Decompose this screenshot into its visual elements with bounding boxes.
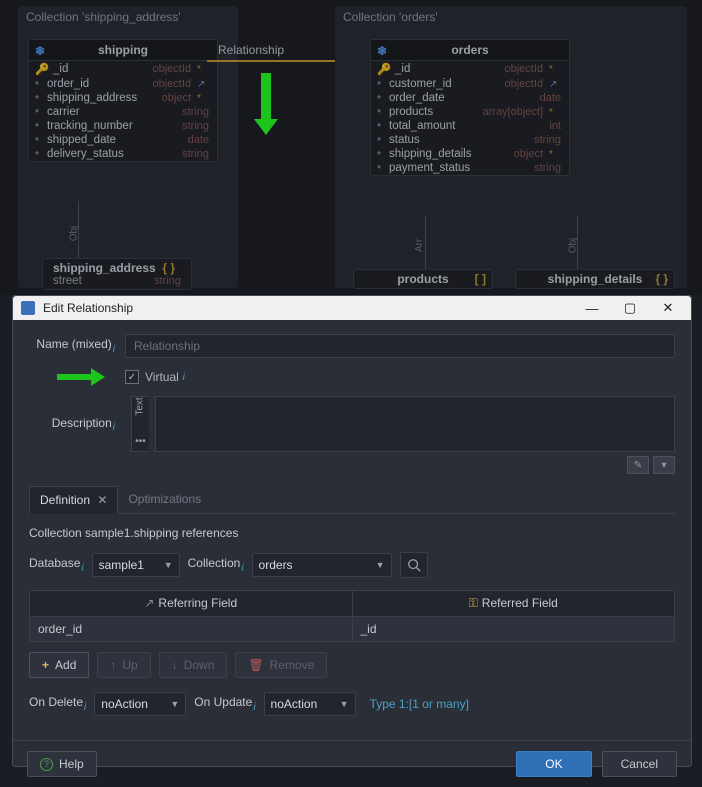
help-icon: ? xyxy=(40,758,53,771)
description-action-icon[interactable]: ✎ xyxy=(627,456,649,474)
info-icon[interactable]: i xyxy=(84,702,86,713)
green-arrow-right-icon xyxy=(57,370,103,384)
db-collection-row: Databasei sample1▼ Collectioni orders▼ xyxy=(29,552,675,578)
diagram-canvas: Collection 'shipping_address' ❄ shipping… xyxy=(0,0,702,295)
referred-field-cell[interactable]: _id xyxy=(353,617,675,641)
plus-icon: + xyxy=(42,658,49,672)
connector-label-obj: Obj xyxy=(68,226,79,242)
on-delete-select[interactable]: noAction▼ xyxy=(94,692,186,716)
maximize-icon[interactable]: ▢ xyxy=(615,300,645,316)
referred-field-header: ⚿Referred Field xyxy=(353,591,675,616)
fields-table: ↗Referring Field ⚿Referred Field order_i… xyxy=(29,590,675,642)
edit-relationship-dialog: Edit Relationship — ▢ ✕ Name (mixed)i ✓ … xyxy=(12,295,692,767)
form-area: Name (mixed)i ✓ Virtual i Descriptioni T… xyxy=(13,320,691,486)
collection-title: Collection 'shipping_address' xyxy=(18,6,238,28)
arrow-icon: ↗ xyxy=(144,596,154,610)
table-row[interactable]: order_id _id xyxy=(30,617,674,641)
chevron-down-icon: ▼ xyxy=(376,560,385,570)
description-textarea[interactable] xyxy=(155,396,675,452)
virtual-checkbox[interactable]: ✓ xyxy=(125,370,139,384)
tab-bar: Definition ✕ Optimizations xyxy=(29,486,675,514)
sub-entity-shipping-address[interactable]: shipping_address { } streetstring xyxy=(42,258,192,290)
tab-definition[interactable]: Definition ✕ xyxy=(29,486,118,514)
database-select[interactable]: sample1▼ xyxy=(92,553,180,577)
connector-label-obj: Obj xyxy=(567,238,578,254)
description-dropdown-icon[interactable]: ▾ xyxy=(653,456,675,474)
tab-optimizations[interactable]: Optimizations xyxy=(118,486,211,513)
dialog-titlebar[interactable]: Edit Relationship — ▢ ✕ xyxy=(13,296,691,320)
virtual-label: Virtual xyxy=(145,370,179,384)
search-button[interactable] xyxy=(400,552,428,578)
info-icon[interactable]: i xyxy=(253,702,255,713)
on-delete-update-row: On Deletei noAction▼ On Updatei noAction… xyxy=(29,692,675,716)
referring-field-cell[interactable]: order_id xyxy=(30,617,353,641)
info-icon[interactable]: i xyxy=(113,422,115,433)
cardinality-text: Type 1:[1 or many] xyxy=(370,697,469,711)
snowflake-icon: ❄ xyxy=(377,44,387,58)
table-header-row: ↗Referring Field ⚿Referred Field xyxy=(30,591,674,617)
cancel-button[interactable]: Cancel xyxy=(602,751,677,777)
info-icon[interactable]: i xyxy=(241,563,243,574)
sub-entity-shipping-details[interactable]: shipping_details { } xyxy=(515,269,675,289)
virtual-row: ✓ Virtual i xyxy=(29,368,675,386)
collection-panel-orders: Collection 'orders' ❄ orders 🔑_idobjectI… xyxy=(335,6,687,288)
info-icon[interactable]: i xyxy=(81,563,83,574)
collection-title: Collection 'orders' xyxy=(335,6,687,28)
chevron-down-icon: ▼ xyxy=(170,699,179,709)
key-icon: ⚿ xyxy=(469,596,478,610)
dialog-footer: ?Help OK Cancel xyxy=(13,740,691,787)
arrow-up-icon: ↑ xyxy=(110,658,116,672)
description-label: Descriptioni xyxy=(29,396,125,452)
chevron-down-icon: ▼ xyxy=(164,560,173,570)
remove-button[interactable]: 🗑Remove xyxy=(235,652,327,678)
entity-orders[interactable]: ❄ orders 🔑_idobjectId* •customer_idobjec… xyxy=(370,39,570,176)
info-icon[interactable]: i xyxy=(180,372,185,383)
referring-field-header: ↗Referring Field xyxy=(30,591,353,616)
close-icon[interactable]: ✕ xyxy=(97,493,107,507)
relationship-label: Relationship xyxy=(218,43,284,57)
collection-select[interactable]: orders▼ xyxy=(252,553,392,577)
name-label: Name (mixed)i xyxy=(29,337,125,354)
down-button[interactable]: ↓Down xyxy=(159,652,228,678)
close-icon[interactable]: ✕ xyxy=(653,300,683,316)
collection-panel-shipping-address: Collection 'shipping_address' ❄ shipping… xyxy=(18,6,238,288)
collection-label: Collectioni xyxy=(188,556,244,573)
chevron-down-icon: ▼ xyxy=(340,699,349,709)
info-icon[interactable]: i xyxy=(113,344,115,355)
on-update-label: On Updatei xyxy=(194,695,255,712)
arrow-down-icon: ↓ xyxy=(172,658,178,672)
database-label: Databasei xyxy=(29,556,84,573)
tab-content: Collection sample1.shipping references D… xyxy=(13,514,691,740)
up-button[interactable]: ↑Up xyxy=(97,652,150,678)
on-delete-label: On Deletei xyxy=(29,695,86,712)
key-icon: 🔑 xyxy=(35,62,47,76)
name-input[interactable] xyxy=(125,334,675,358)
entity-header: ❄ orders xyxy=(371,40,569,61)
table-buttons-row: +Add ↑Up ↓Down 🗑Remove xyxy=(29,652,675,678)
on-update-select[interactable]: noAction▼ xyxy=(264,692,356,716)
trash-icon: 🗑 xyxy=(248,658,263,672)
references-text: Collection sample1.shipping references xyxy=(29,526,675,540)
minimize-icon[interactable]: — xyxy=(577,301,607,316)
snowflake-icon: ❄ xyxy=(35,44,45,58)
entity-header: ❄ shipping xyxy=(29,40,217,61)
ok-button[interactable]: OK xyxy=(516,751,591,777)
name-row: Name (mixed)i xyxy=(29,334,675,358)
dialog-title: Edit Relationship xyxy=(43,301,133,315)
help-button[interactable]: ?Help xyxy=(27,751,97,777)
sub-entity-products[interactable]: products [ ] xyxy=(353,269,493,289)
description-side-tab[interactable]: Text ••• xyxy=(131,396,149,452)
add-button[interactable]: +Add xyxy=(29,652,89,678)
connector-label-arr: Arr xyxy=(414,239,425,252)
entity-shipping[interactable]: ❄ shipping 🔑_idobjectId* •order_idobject… xyxy=(28,39,218,162)
description-row: Descriptioni Text ••• xyxy=(29,396,675,452)
search-icon xyxy=(407,558,421,572)
key-icon: 🔑 xyxy=(377,62,389,76)
app-icon xyxy=(21,301,35,315)
